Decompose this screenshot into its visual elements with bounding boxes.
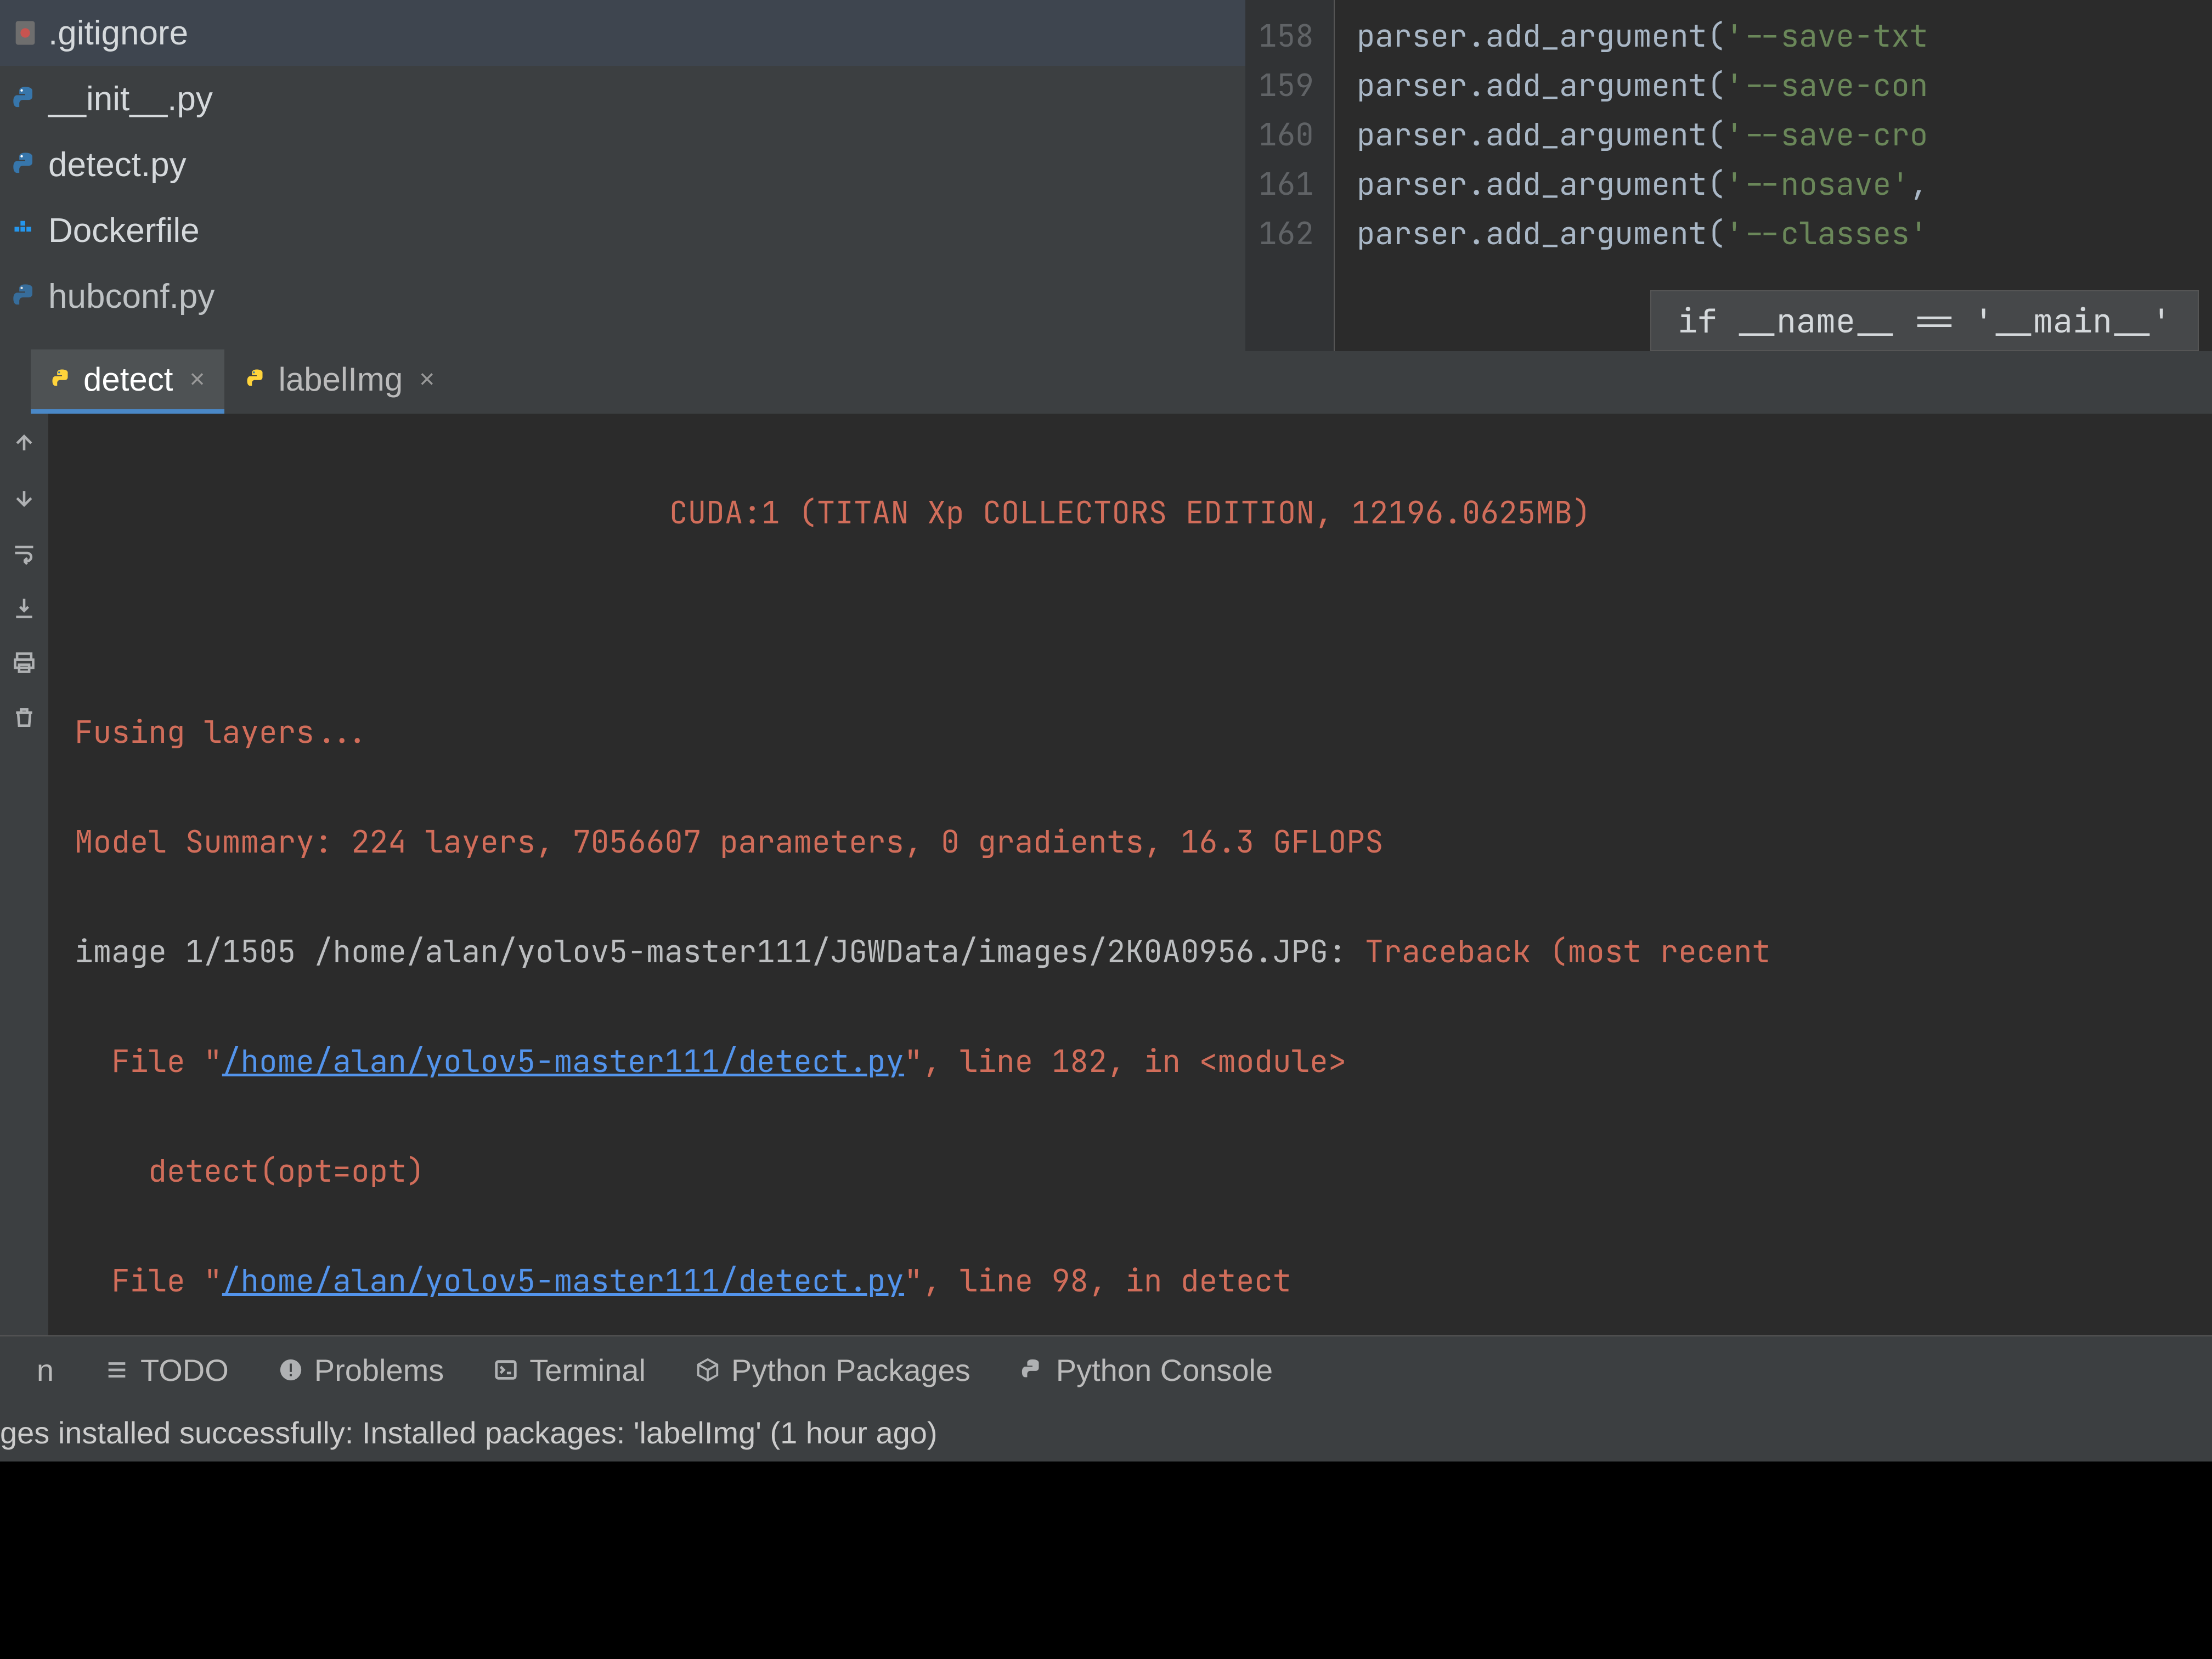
docker-icon [11,216,40,245]
python-icon [11,282,40,311]
gitignore-icon [11,19,40,47]
completion-popup[interactable]: if __name__ == '__main__' [1650,290,2199,351]
console-toolbar [0,414,48,1335]
file-name: .gitignore [48,14,188,53]
file-name: detect.py [48,145,187,184]
cuda-line: CUDA:1 (TITAN Xp COLLECTORS EDITION, 121… [669,492,1591,533]
line-gutter: 158 159 160 161 162 [1245,0,1335,351]
traceback-link-1[interactable]: /home/alan/yolov5-master111/detect.py [222,1041,904,1081]
traceback-head: Traceback (most recent [1365,931,1789,972]
print-button[interactable] [8,646,41,679]
file-item-gitignore[interactable]: .gitignore [0,0,1245,66]
file-name: hubconf.py [48,277,215,316]
close-icon[interactable]: × [419,364,435,394]
tab-label: detect [83,360,173,398]
file-item-init[interactable]: __init__.py [0,66,1245,132]
run-tab-detect[interactable]: detect × [31,349,224,414]
todo-tab[interactable]: TODO [104,1352,229,1388]
close-icon[interactable]: × [189,364,205,394]
python-console-tab[interactable]: Python Console [1020,1352,1273,1388]
export-button[interactable] [8,591,41,624]
problems-tab[interactable]: Problems [278,1352,444,1388]
console-output[interactable]: CUDA:1 (TITAN Xp COLLECTORS EDITION, 121… [48,414,2212,1335]
run-tab-bar: detect × labelImg × [0,351,2212,414]
terminal-tab[interactable]: Terminal [493,1352,646,1388]
status-message: ges installed successfully: Installed pa… [0,1415,938,1451]
scroll-up-button[interactable] [8,427,41,460]
image-path: image 1/1505 /home/alan/yolov5-master111… [75,931,1365,972]
run-tool-label[interactable]: n [24,1352,55,1388]
screen-bezel [0,1462,2212,1659]
file-item-detect[interactable]: detect.py [0,132,1245,198]
packages-tab[interactable]: Python Packages [695,1352,970,1388]
tab-label: labelImg [278,360,403,398]
traceback-code-1: detect(opt=opt) [75,1150,425,1191]
project-tree[interactable]: .gitignore __init__.py detect.py Dockerf… [0,0,1245,351]
python-icon [11,150,40,179]
file-name: __init__.py [48,80,213,119]
file-name: Dockerfile [48,211,200,250]
bottom-tab-bar: n TODO Problems Terminal Python Packages… [0,1335,2212,1403]
status-bar: ges installed successfully: Installed pa… [0,1403,2212,1462]
traceback-link-2[interactable]: /home/alan/yolov5-master111/detect.py [222,1260,904,1301]
python-icon [245,360,268,398]
editor-pane[interactable]: 158 159 160 161 162 parser.add_argument(… [1245,0,2212,351]
trash-button[interactable] [8,701,41,734]
python-icon [11,84,40,113]
run-tab-labelimg[interactable]: labelImg × [225,349,454,414]
fusing-line: Fusing layers... [75,712,370,752]
soft-wrap-button[interactable] [8,537,41,569]
scroll-down-button[interactable] [8,482,41,515]
python-icon [50,360,74,398]
file-item-dockerfile[interactable]: Dockerfile [0,198,1245,263]
summary-line: Model Summary: 224 layers, 7056607 param… [75,821,1384,862]
file-item-hubconf[interactable]: hubconf.py [0,263,1245,329]
